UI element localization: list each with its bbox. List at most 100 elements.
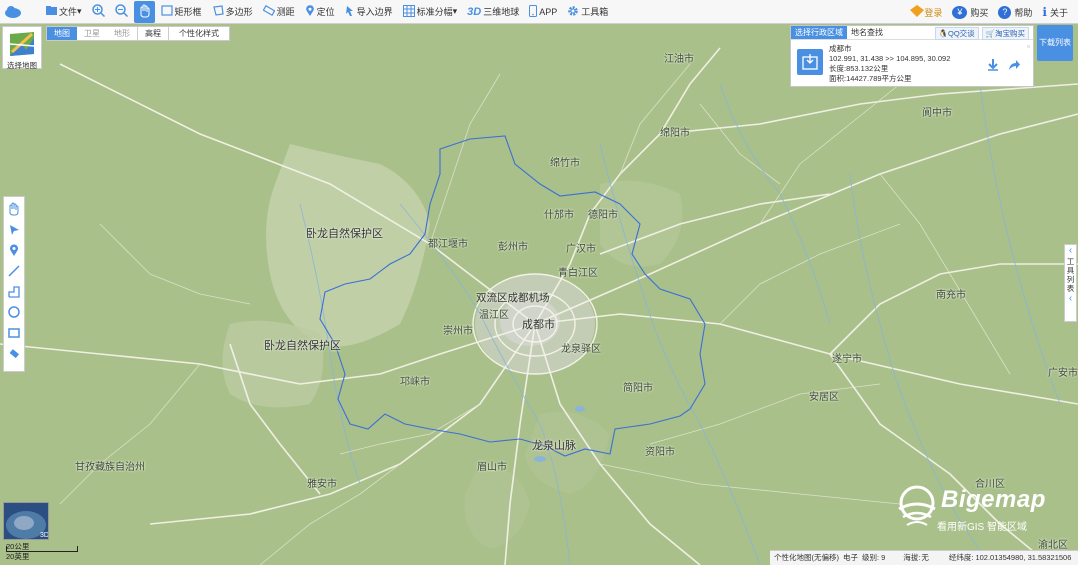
standard-sheet-menu[interactable]: 标准分幅 ▾: [399, 1, 462, 23]
download-list-button[interactable]: 下载列表: [1037, 25, 1073, 61]
pan-button[interactable]: [133, 0, 155, 23]
scale-bar: 20公里 20英里: [6, 542, 78, 562]
label-deyang: 德阳市: [588, 210, 618, 221]
status-source: 电子: [843, 553, 858, 562]
select-map-label: 选择地图: [7, 61, 37, 70]
polygon-label: 多边形: [225, 7, 253, 17]
help-button[interactable]: ? 帮助: [994, 1, 1036, 23]
tab-admin-region[interactable]: 选择行政区域: [791, 26, 847, 39]
hand-pan-icon: [9, 202, 19, 216]
ruler-button[interactable]: 测距: [259, 1, 299, 23]
tab-place-search[interactable]: 地名查找: [847, 26, 887, 39]
tab-elevation[interactable]: 高程: [137, 27, 168, 40]
marker-tool[interactable]: [6, 242, 22, 258]
taobao-buy-label: 淘宝购买: [995, 29, 1025, 38]
polygon-icon: [212, 5, 224, 18]
app-button[interactable]: APP: [525, 1, 561, 23]
bigemap-name: Bigemap: [941, 486, 1046, 513]
label-wolong-1: 卧龙自然保护区: [306, 228, 383, 240]
status-level: 9: [881, 553, 886, 562]
polygon-button[interactable]: 多边形: [208, 1, 257, 23]
region-info: 成都市 102.991, 31.438 >> 104.895, 30.092 长…: [791, 40, 1033, 87]
rectangle-select-label: 矩形框: [174, 7, 202, 17]
overview-minimap[interactable]: 3D: [3, 502, 49, 540]
buy-button[interactable]: ¥ 购买: [948, 1, 992, 23]
import-boundary-label: 导入边界: [356, 7, 393, 17]
polyline-tool[interactable]: [6, 284, 22, 300]
label-yaan: 雅安市: [307, 479, 337, 490]
status-altitude-label: 海拔:: [903, 553, 921, 562]
status-level-label: 级别:: [862, 553, 880, 562]
label-guanghan: 广汉市: [566, 244, 596, 255]
select-map-button[interactable]: 选择地图: [2, 26, 42, 70]
taobao-icon: 🛒: [985, 29, 995, 38]
rectangle-icon: [8, 328, 20, 338]
polyline-icon: [8, 286, 20, 298]
label-mianyang: 绵阳市: [660, 128, 690, 139]
zoom-out-icon: [114, 4, 128, 19]
label-ziyang: 资阳市: [645, 447, 675, 458]
scale-line: [6, 546, 78, 552]
line-tool[interactable]: [6, 263, 22, 279]
label-qionglai: 邛崃市: [400, 377, 430, 388]
app-logo[interactable]: [0, 1, 26, 23]
map-canvas[interactable]: 江油市 绵阳市 阆中市 绵竹市 什邡市 德阳市 卧龙自然保护区 都江堰市 彭州市…: [0, 24, 1078, 565]
region-panel: 选择行政区域 地名查找 🐧QQ交谈 🛒淘宝购买 成都市 102.991, 31.…: [790, 25, 1034, 87]
hand-pan-icon: [138, 4, 151, 20]
status-map-type: 个性化地图(无偏移): [774, 553, 839, 562]
info-icon: ℹ: [1042, 5, 1047, 19]
globe-thumbnail: 3D: [4, 503, 48, 539]
label-yuzhong: 渝北区: [1038, 540, 1068, 551]
zoom-in-button[interactable]: [88, 1, 109, 23]
tab-satellite[interactable]: 卫星: [77, 27, 107, 40]
qq-chat-button[interactable]: 🐧QQ交谈: [934, 27, 979, 40]
tool-list-label: 工具列表: [1066, 257, 1075, 293]
label-meishan: 眉山市: [477, 462, 507, 473]
region-panel-actions: 🐧QQ交谈 🛒淘宝购买: [934, 27, 1029, 40]
about-label: 关于: [1049, 7, 1068, 18]
help-label: 帮助: [1014, 7, 1033, 18]
app-label: APP: [539, 6, 558, 17]
download-icon[interactable]: [987, 59, 999, 74]
buy-label: 购买: [970, 7, 989, 18]
about-button[interactable]: ℹ 关于: [1038, 1, 1072, 23]
label-wolong-2: 卧龙自然保护区: [264, 340, 341, 352]
rectangle-tool[interactable]: [6, 325, 22, 341]
phone-icon: [529, 4, 538, 19]
locate-button[interactable]: 定位: [301, 1, 339, 23]
cursor-arrow-icon: [10, 224, 19, 235]
rectangle-select-button[interactable]: 矩形框: [157, 1, 206, 23]
import-boundary-icon: [345, 5, 355, 19]
toolbox-button[interactable]: 工具箱: [563, 1, 612, 23]
bigemap-logo-icon: [898, 485, 936, 526]
map-layer-icon: [9, 32, 35, 56]
tab-terrain[interactable]: 地形: [107, 27, 137, 40]
tab-custom-style[interactable]: 个性化样式: [168, 27, 229, 40]
login-icon: [910, 5, 925, 19]
pointer-tool[interactable]: [6, 222, 22, 238]
tool-list-toggle[interactable]: ‹ 工具列表 ‹: [1064, 244, 1077, 322]
label-chongzhou: 崇州市: [443, 326, 473, 337]
3d-earth-button[interactable]: 3D 三维地球: [463, 1, 523, 23]
login-label: 登录: [924, 7, 943, 18]
standard-sheet-label: 标准分幅: [416, 7, 453, 17]
tab-map[interactable]: 地图: [47, 27, 77, 40]
file-menu[interactable]: 文件 ▾: [42, 1, 86, 23]
chevron-down-icon: ▾: [452, 6, 458, 16]
login-button[interactable]: 登录: [906, 1, 946, 23]
label-jiangyou: 江油市: [664, 54, 694, 65]
location-pin-icon: [10, 244, 18, 256]
ruler-icon: [262, 5, 275, 18]
eraser-tool[interactable]: [6, 346, 22, 362]
close-icon[interactable]: ▫: [1027, 42, 1030, 51]
import-boundary-button[interactable]: 导入边界: [341, 1, 397, 23]
bigemap-watermark: Bigemap 看用新GIS 智能区域: [895, 485, 1045, 534]
zoom-out-button[interactable]: [111, 1, 132, 23]
rectangle-select-icon: [160, 5, 173, 18]
taobao-buy-button[interactable]: 🛒淘宝购买: [981, 27, 1029, 40]
label-mianzhu: 绵竹市: [550, 158, 580, 169]
pan-tool[interactable]: [6, 201, 22, 217]
3d-icon: 3D: [467, 5, 482, 18]
share-icon[interactable]: [1008, 59, 1020, 74]
circle-tool[interactable]: [6, 304, 22, 320]
